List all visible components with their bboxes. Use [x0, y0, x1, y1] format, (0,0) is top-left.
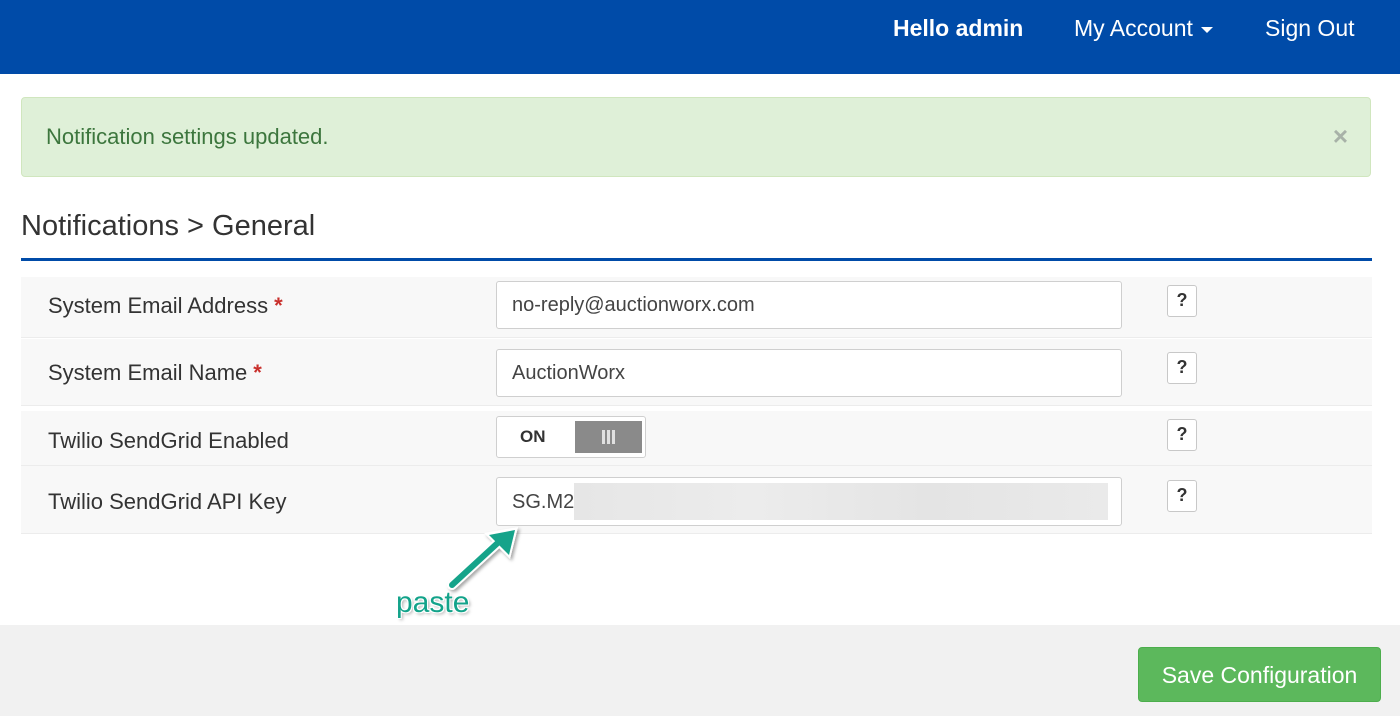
label-text: System Email Name	[48, 360, 248, 385]
sendgrid-api-key-label: Twilio SendGrid API Key	[48, 489, 287, 514]
required-mark: *	[274, 293, 283, 318]
toggle-handle[interactable]	[575, 421, 642, 453]
save-configuration-button[interactable]: Save Configuration	[1138, 647, 1381, 702]
success-alert: Notification settings updated. ×	[21, 97, 1371, 177]
alert-message: Notification settings updated.	[46, 124, 329, 149]
top-navbar: Hello admin My Account Sign Out	[0, 0, 1400, 74]
annotation-arrow-icon	[447, 527, 518, 590]
sendgrid-enabled-toggle[interactable]: ON	[496, 416, 646, 458]
api-key-visible-text: SG.M2	[512, 491, 575, 513]
help-button[interactable]: ?	[1167, 480, 1197, 512]
toggle-state-label: ON	[520, 427, 546, 446]
greeting-text: Hello admin	[893, 15, 1024, 41]
system-email-address-label: System Email Address *	[48, 293, 283, 319]
form-row-sendgrid-api-key: Twilio SendGrid API Key SG.M2 ?	[21, 466, 1372, 534]
annotation-paste-label: paste	[396, 586, 470, 619]
sendgrid-enabled-label: Twilio SendGrid Enabled	[48, 428, 289, 453]
caret-down-icon	[1200, 26, 1213, 33]
redacted-key-blur	[574, 483, 1108, 520]
system-email-name-input[interactable]	[496, 349, 1122, 397]
system-email-name-label: System Email Name *	[48, 360, 262, 386]
form-row-system-email-name: System Email Name* ?	[21, 339, 1372, 406]
heading-divider	[21, 258, 1372, 261]
help-button[interactable]: ?	[1167, 352, 1197, 384]
page-title: Notifications > General	[21, 210, 316, 242]
required-mark: *	[253, 360, 262, 385]
help-button[interactable]: ?	[1167, 285, 1197, 317]
grip-icon	[602, 430, 615, 444]
my-account-label: My Account	[1074, 15, 1193, 41]
form-row-system-email-address: System Email Address* ?	[21, 277, 1372, 338]
help-button[interactable]: ?	[1167, 419, 1197, 451]
form-row-sendgrid-enabled: Twilio SendGrid Enabled ON ?	[21, 411, 1372, 466]
sendgrid-api-key-input[interactable]: SG.M2	[496, 477, 1122, 526]
footer-bar: Save Configuration	[0, 625, 1400, 716]
sign-out-link[interactable]: Sign Out	[1265, 0, 1355, 56]
label-text: System Email Address	[48, 293, 269, 318]
system-email-address-input[interactable]	[496, 281, 1122, 329]
close-icon[interactable]: ×	[1333, 122, 1348, 150]
my-account-dropdown[interactable]: My Account	[1074, 0, 1213, 56]
